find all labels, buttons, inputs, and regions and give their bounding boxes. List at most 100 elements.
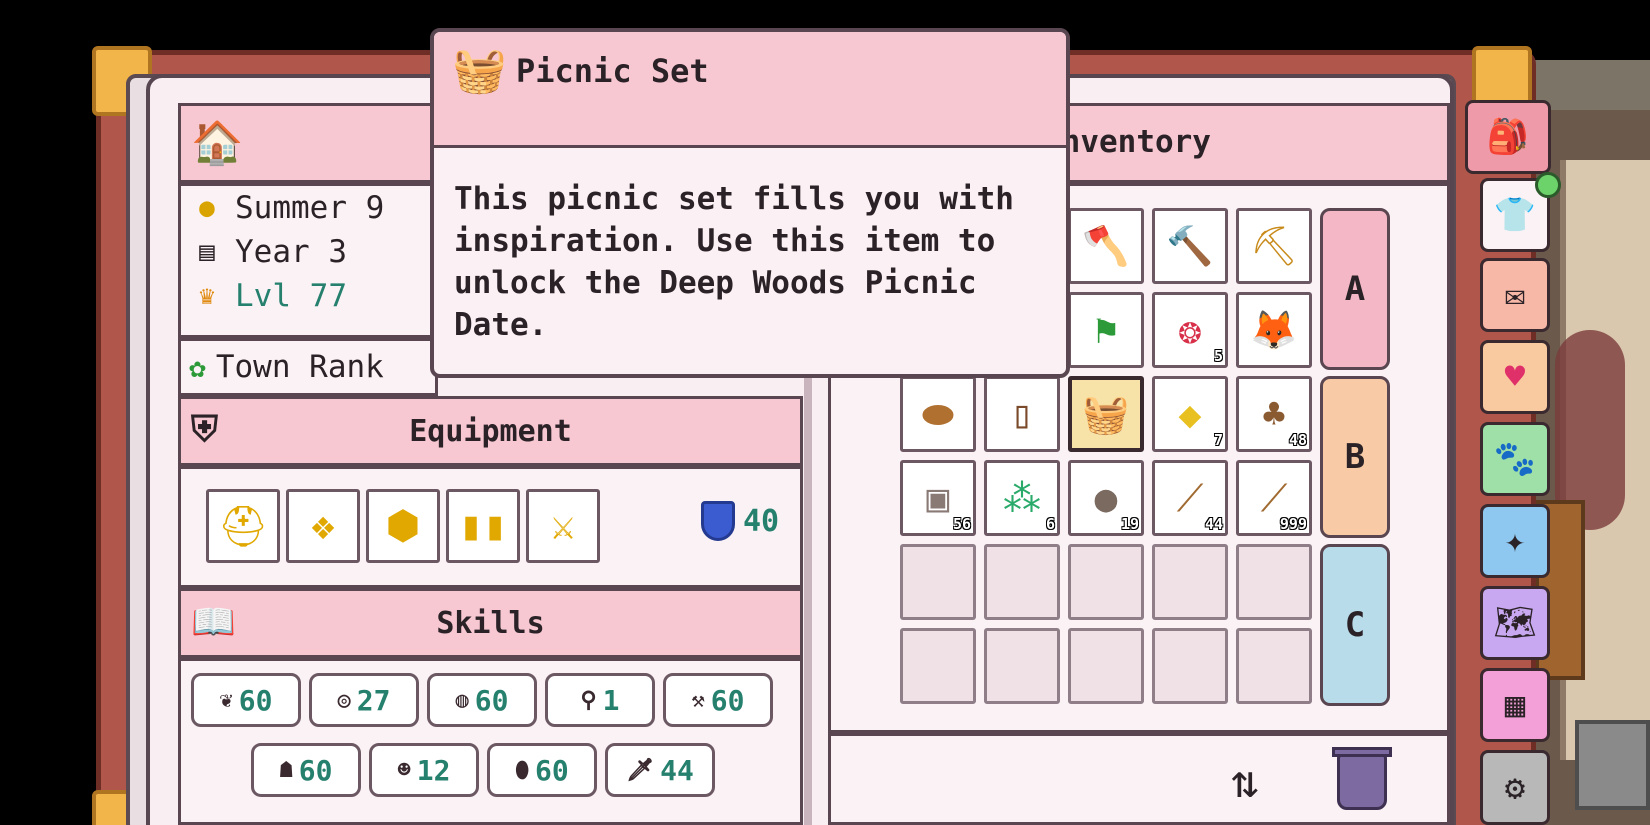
trash-icon[interactable] [1332, 747, 1392, 810]
row-label: A [1344, 269, 1366, 309]
inventory-slot[interactable]: ⚑ [1068, 292, 1144, 368]
rock-icon: ● [1094, 476, 1118, 520]
year-row: ▤ Year 3 [189, 230, 347, 274]
inventory-slot-empty[interactable] [1236, 628, 1312, 704]
inventory-slot[interactable]: ⛏ [1236, 208, 1312, 284]
tab-pets[interactable]: 🐾 [1480, 422, 1550, 496]
inventory-slot-empty[interactable] [1068, 628, 1144, 704]
town-rank-row: ✿ Town Rank [178, 338, 438, 396]
gold-chest-icon: ❖ [310, 503, 336, 549]
inventory-slot[interactable]: ▯ [984, 376, 1060, 452]
stick-icon: ⟋ [1176, 475, 1204, 520]
inventory-slot-empty[interactable] [1152, 544, 1228, 620]
hammer-icon: 🔨 [1166, 223, 1214, 268]
skill-bug-catching[interactable]: ◍ 60 [427, 673, 537, 727]
tab-magic[interactable]: ✦ [1480, 504, 1550, 578]
inventory-slot-empty[interactable] [1152, 628, 1228, 704]
inventory-slot[interactable]: 🦊 [1236, 292, 1312, 368]
row-label: C [1344, 605, 1366, 645]
picnic-set-icon: 🧺 [452, 45, 507, 96]
inventory-slot[interactable]: ◆ 7 [1152, 376, 1228, 452]
item-count: 999 [1279, 515, 1307, 533]
equipment-slot-armor[interactable]: ⬢ [366, 489, 440, 563]
sort-icon[interactable]: ⇅ [1231, 754, 1259, 808]
skill-pet[interactable]: ☻ 12 [369, 743, 479, 797]
equipment-slot-helmet[interactable]: ⛑ [206, 489, 280, 563]
skill-combat[interactable]: 🗡 44 [605, 743, 715, 797]
combat-icon: 🗡 [626, 757, 655, 783]
pickaxe-icon: ⛏ [1249, 223, 1299, 268]
skill-value: 60 [474, 683, 509, 717]
gold-helmet-icon: ⛑ [217, 503, 269, 550]
book-icon: 📖 [191, 602, 236, 643]
inventory-slot-empty[interactable] [984, 544, 1060, 620]
equipment-slot-weapon[interactable]: ⚔ [526, 489, 600, 563]
inventory-slot-empty[interactable] [1068, 544, 1144, 620]
equipment-slot-boots[interactable]: ▮▮ [446, 489, 520, 563]
skill-farming[interactable]: ❦ 60 [191, 673, 301, 727]
door-icon: ▯ [1010, 392, 1034, 436]
calendar-icon: ▤ [199, 237, 215, 267]
inventory-slot-empty[interactable] [900, 544, 976, 620]
defense-shield-icon [701, 501, 735, 541]
skill-value: 60 [238, 683, 273, 717]
tab-settings[interactable]: ⚙ [1480, 750, 1550, 825]
inventory-slot[interactable]: ⬬ [900, 376, 976, 452]
skill-cooking[interactable]: ⚲ 1 [545, 673, 655, 727]
skills-panel: ❦ 60 ◎ 27 ◍ 60 ⚲ 1 ⚒ 60 ☗ 60 ☻ 12 ⬮ 60 🗡… [178, 658, 803, 825]
town-rank-icon: ✿ [189, 350, 206, 384]
town-rank-text: Town Rank [215, 349, 384, 385]
skill-magic[interactable]: ⬮ 60 [487, 743, 597, 797]
skill-critter[interactable]: ☗ 60 [251, 743, 361, 797]
critter-icon: ☗ [279, 757, 293, 783]
skill-mining[interactable]: ⚒ 60 [663, 673, 773, 727]
sparkle-icon: ✦ [1504, 521, 1526, 561]
defense-value: 40 [743, 503, 780, 539]
inventory-slot[interactable]: ▣ 56 [900, 460, 976, 536]
character-info: ● Summer 9 ▤ Year 3 ♛ Lvl 77 [178, 183, 438, 338]
tab-relationships[interactable]: ♥ [1480, 340, 1550, 414]
item-count: 44 [1204, 515, 1223, 533]
skills-header: 📖 Skills [178, 588, 803, 658]
inventory-slot[interactable]: ● 19 [1068, 460, 1144, 536]
calendar-icon: ▦ [1504, 685, 1526, 725]
inventory-slot[interactable]: ❂ 5 [1152, 292, 1228, 368]
mail-icon: ✉ [1504, 275, 1526, 315]
inventory-slot-empty[interactable] [984, 628, 1060, 704]
item-count: 5 [1213, 347, 1223, 365]
fishing-icon: ◎ [337, 687, 351, 713]
inventory-slot[interactable]: 🔨 [1152, 208, 1228, 284]
settings-icon: ⚙ [1504, 767, 1526, 808]
skills-title: Skills [436, 605, 545, 641]
bread-icon: ⬬ [921, 391, 955, 436]
tooltip-header: 🧺 Picnic Set [434, 32, 1066, 148]
inventory-row-tab-c[interactable]: C [1320, 544, 1390, 706]
year-text: Year 3 [235, 234, 347, 270]
inventory-row-tab-b[interactable]: B [1320, 376, 1390, 538]
inventory-slot[interactable]: ⟋ 999 [1236, 460, 1312, 536]
axe-icon: 🪓 [1082, 223, 1130, 268]
equipment-slot-chest[interactable]: ❖ [286, 489, 360, 563]
inventory-row-tab-a[interactable]: A [1320, 208, 1390, 370]
tab-inventory[interactable]: 🎒 [1465, 100, 1551, 174]
equipment-header: ⛨ Equipment [178, 396, 803, 466]
skill-value: 44 [660, 753, 694, 787]
tab-mail[interactable]: ✉ [1480, 258, 1550, 332]
inventory-slot[interactable]: 🪓 [1068, 208, 1144, 284]
tab-calendar[interactable]: ▦ [1480, 668, 1550, 742]
inventory-slot-empty[interactable] [1236, 544, 1312, 620]
inventory-slot[interactable]: ♣ 48 [1236, 376, 1312, 452]
inventory-slot[interactable]: ⟋ 44 [1152, 460, 1228, 536]
date-row: ● Summer 9 [189, 186, 384, 230]
skill-value: 60 [710, 683, 745, 717]
gold-sword-icon: ⚔ [550, 503, 576, 549]
item-count: 7 [1213, 431, 1223, 449]
skill-fishing[interactable]: ◎ 27 [309, 673, 419, 727]
inventory-slot-empty[interactable] [900, 628, 976, 704]
inventory-slot-selected[interactable]: 🧺 [1068, 376, 1144, 452]
inventory-slot[interactable]: ⁂ 6 [984, 460, 1060, 536]
cooking-icon: ⚲ [580, 687, 597, 713]
item-count: 48 [1288, 431, 1307, 449]
stone-block-icon: ▣ [926, 476, 950, 520]
tab-map[interactable]: 🗺 [1480, 586, 1550, 660]
